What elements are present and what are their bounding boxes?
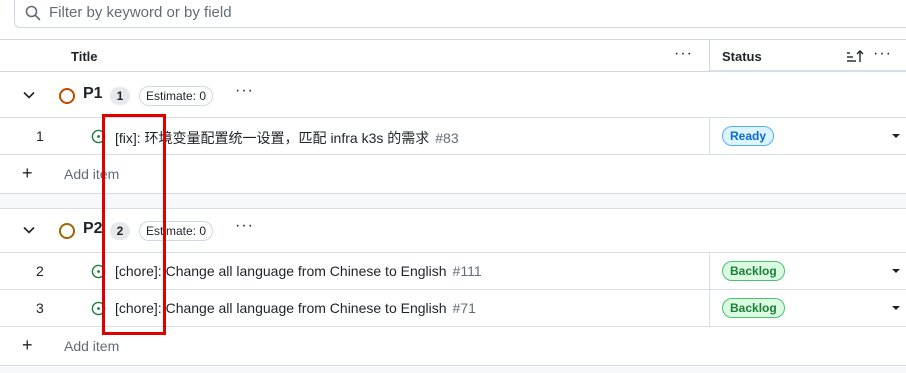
issue-title-link[interactable]: [chore]: Change all language from Chines… — [115, 263, 482, 279]
group-name: P1 — [83, 85, 103, 102]
filter-input[interactable] — [49, 1, 649, 23]
triangle-down-icon[interactable] — [892, 134, 900, 138]
priority-circle-icon — [59, 88, 75, 104]
issue-title-text[interactable]: [chore]: Change all language from Chines… — [115, 263, 447, 279]
group-separator — [0, 365, 906, 373]
status-badge: Backlog — [722, 298, 785, 318]
group-count-badge: 2 — [110, 222, 130, 240]
row-number: 1 — [36, 128, 44, 144]
table-header: Title ··· Status ··· — [0, 39, 906, 72]
issue-number: #83 — [435, 130, 459, 146]
row-number: 2 — [36, 263, 44, 279]
group-menu-icon[interactable]: ··· — [235, 82, 254, 100]
table-row[interactable]: 3 [chore]: Change all language from Chin… — [0, 290, 906, 327]
issue-title-link[interactable]: [chore]: Change all language from Chines… — [115, 300, 476, 316]
column-header-status[interactable]: Status — [722, 49, 762, 64]
triangle-down-icon[interactable] — [892, 269, 900, 273]
add-item-row[interactable]: + Add item — [0, 155, 906, 193]
estimate-badge: Estimate: 0 — [139, 86, 214, 106]
group-separator — [0, 193, 906, 209]
triangle-down-icon[interactable] — [892, 306, 900, 310]
plus-icon[interactable]: + — [22, 164, 33, 182]
plus-icon[interactable]: + — [22, 336, 33, 354]
add-item-label[interactable]: Add item — [64, 166, 119, 182]
status-column-underline — [710, 70, 906, 72]
issue-opened-icon — [91, 301, 106, 316]
add-item-label[interactable]: Add item — [64, 338, 119, 354]
status-badge: Backlog — [722, 261, 785, 281]
status-badge: Ready — [722, 126, 775, 146]
issue-title-text[interactable]: [fix]: 环境变量配置统一设置，匹配 infra k3s 的需求 — [115, 130, 429, 146]
priority-circle-icon — [59, 223, 75, 239]
issue-opened-icon — [91, 129, 106, 144]
status-column-menu-icon[interactable]: ··· — [873, 46, 892, 62]
search-icon — [25, 5, 41, 21]
row-number: 3 — [36, 300, 44, 316]
group-header-p1[interactable]: P1 1 Estimate: 0 ··· — [0, 74, 906, 118]
group-name: P2 — [83, 220, 103, 237]
chevron-down-icon[interactable] — [22, 88, 36, 102]
add-item-row[interactable]: + Add item — [0, 327, 906, 365]
estimate-badge: Estimate: 0 — [139, 221, 214, 241]
issue-number: #111 — [452, 263, 482, 279]
issue-number: #71 — [452, 300, 476, 316]
column-divider — [709, 253, 710, 290]
table-row[interactable]: 1 [fix]: 环境变量配置统一设置，匹配 infra k3s 的需求 #83 … — [0, 118, 906, 155]
title-column-menu-icon[interactable]: ··· — [674, 46, 693, 62]
filter-bar[interactable] — [14, 0, 906, 28]
sort-desc-icon[interactable] — [846, 49, 864, 63]
issue-title-text[interactable]: [chore]: Change all language from Chines… — [115, 300, 447, 316]
group-count-badge: 1 — [110, 87, 130, 105]
group-menu-icon[interactable]: ··· — [235, 217, 254, 235]
column-divider — [709, 290, 710, 327]
column-divider — [709, 118, 710, 155]
table-row[interactable]: 2 [chore]: Change all language from Chin… — [0, 253, 906, 290]
issue-title-link[interactable]: [fix]: 环境变量配置统一设置，匹配 infra k3s 的需求 #83 — [115, 128, 459, 148]
column-header-title[interactable]: Title — [71, 49, 98, 64]
chevron-down-icon[interactable] — [22, 223, 36, 237]
column-divider[interactable] — [709, 40, 710, 72]
group-header-p2[interactable]: P2 2 Estimate: 0 ··· — [0, 209, 906, 253]
issue-opened-icon — [91, 264, 106, 279]
